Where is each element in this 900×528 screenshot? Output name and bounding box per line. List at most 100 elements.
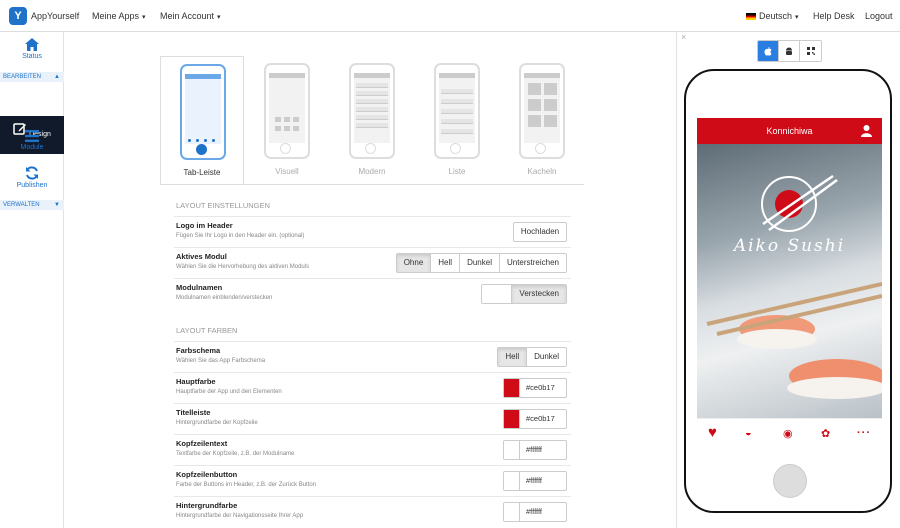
color-swatch[interactable] (504, 472, 520, 490)
app-preview-panel: × Konnichiwa Aiko Sushi ♥ ◒ ◉ ✿ ··· (676, 32, 900, 528)
fish-icon[interactable]: ✿ (821, 427, 830, 440)
tab-liste[interactable]: Liste (415, 56, 499, 184)
option-ohne[interactable]: Ohne (396, 254, 432, 272)
option-dunkel[interactable]: Dunkel (527, 348, 566, 366)
sidebar-item-publish[interactable]: Publishen (0, 166, 64, 189)
logout-link[interactable]: Logout (865, 11, 893, 21)
chevron-up-icon: ▲ (54, 74, 60, 80)
toggle-track[interactable] (482, 285, 513, 303)
home-button[interactable] (773, 464, 807, 498)
setting-header-button: Kopfzeilenbutton Farbe der Buttons im He… (174, 465, 571, 495)
setting-description: Hintergrundfarbe der Kopfzeile (176, 420, 258, 426)
section-label: BEARBEITEN (3, 74, 42, 80)
background-color-picker[interactable]: #ffffff (503, 502, 567, 522)
setting-active-module: Aktives Modul Wählen Sie die Hervorhebun… (174, 247, 571, 277)
phone-thumbnail (349, 63, 395, 159)
chevron-down-icon: ▾ (217, 14, 221, 21)
upload-logo-button[interactable]: Hochladen (513, 222, 567, 242)
color-swatch[interactable] (504, 379, 520, 397)
language-label: Deutsch (759, 11, 793, 21)
sidebar: Status BEARBEITEN ▲ Design Module Publish… (0, 32, 64, 528)
option-hell[interactable]: Hell (431, 254, 461, 272)
color-hex[interactable]: #ffffff (520, 503, 542, 521)
menu-my-account-label: Mein Account (160, 11, 215, 21)
phone-mockup: Konnichiwa Aiko Sushi ♥ ◒ ◉ ✿ ··· (684, 69, 892, 513)
sidebar-item-module[interactable]: Module (0, 130, 64, 151)
app-header: Konnichiwa (697, 118, 882, 144)
home-icon (25, 38, 39, 51)
tab-modern[interactable]: Modern (330, 56, 414, 184)
sushi-icon[interactable]: ◉ (783, 427, 793, 440)
brand-name[interactable]: AppYourself (31, 11, 79, 21)
setting-description: Fügen Sie Ihr Logo in den Header ein. (o… (176, 233, 305, 239)
header-button-color-picker[interactable]: #ffffff (503, 471, 567, 491)
tab-visuell[interactable]: Visuell (245, 56, 329, 184)
phone-thumbnail (264, 63, 310, 159)
help-desk-link[interactable]: Help Desk (813, 11, 855, 21)
bowl-icon[interactable]: ◒ (745, 427, 752, 439)
setting-title-bar: Titelleiste Hintergrundfarbe der Kopfzei… (174, 403, 571, 433)
option-hell[interactable]: Hell (498, 348, 528, 366)
app-logo-text: Aiko Sushi (733, 236, 846, 256)
section-bearbeiten[interactable]: BEARBEITEN ▲ (0, 72, 64, 82)
sidebar-item-label: Publishen (16, 182, 48, 189)
setting-title: Kopfzeilentext (176, 439, 228, 448)
language-select[interactable]: Deutsch ▾ (746, 11, 799, 21)
section-verwalten[interactable]: VERWALTEN ▼ (0, 200, 64, 210)
setting-description: Textfarbe der Kopfzeile, z.B. der Moduln… (176, 451, 295, 457)
chevron-down-icon: ▾ (795, 14, 799, 21)
setting-title: Modulnamen (176, 283, 223, 292)
option-unterstreichen[interactable]: Unterstreichen (499, 254, 566, 272)
chevron-down-icon: ▾ (142, 14, 146, 21)
tab-kacheln[interactable]: Kacheln (500, 56, 584, 184)
color-hex[interactable]: #ffffff (520, 441, 542, 459)
menu-my-account[interactable]: Mein Account ▾ (160, 11, 221, 21)
setting-description: Hintergrundfarbe der Navigationsseite Ih… (176, 513, 304, 519)
setting-title: Kopfzeilenbutton (176, 470, 238, 479)
setting-logo: Logo im Header Fügen Sie Ihr Logo in den… (174, 216, 571, 246)
tab-label: Visuell (275, 167, 299, 176)
app-title: Konnichiwa (766, 126, 813, 136)
option-dunkel[interactable]: Dunkel (460, 254, 500, 272)
hide-names-button[interactable]: Verstecken (512, 285, 566, 303)
os-toggle (757, 40, 822, 62)
color-hex[interactable]: #ce0b17 (520, 379, 555, 397)
more-icon[interactable]: ··· (857, 427, 871, 439)
setting-description: Hauptfarbe der App und den Elementen (176, 389, 282, 395)
color-swatch[interactable] (504, 503, 520, 521)
close-icon[interactable]: × (681, 32, 686, 42)
header-text-color-picker[interactable]: #ffffff (503, 440, 567, 460)
heart-icon[interactable]: ♥ (708, 424, 717, 441)
phone-screen: Konnichiwa Aiko Sushi ♥ ◒ ◉ ✿ ··· (697, 118, 882, 448)
tab-tab-leiste[interactable]: Tab-Leiste (160, 56, 244, 184)
module-names-toggle: Verstecken (481, 284, 567, 304)
active-module-toggle: Ohne Hell Dunkel Unterstreichen (395, 253, 567, 273)
setting-description: Wählen Sie das App Farbschema (176, 358, 266, 364)
app-tab-bar: ♥ ◒ ◉ ✿ ··· (697, 418, 882, 448)
settings-panel: LAYOUT EINSTELLUNGEN Logo im Header Füge… (160, 184, 584, 528)
color-hex[interactable]: #ffffff (520, 472, 542, 490)
menu-my-apps[interactable]: Meine Apps ▾ (92, 11, 146, 21)
color-swatch[interactable] (504, 410, 520, 428)
sidebar-item-label: Module (20, 144, 44, 151)
title-bar-color-picker[interactable]: #ce0b17 (503, 409, 567, 429)
color-hex[interactable]: #ce0b17 (520, 410, 555, 428)
german-flag-icon (746, 13, 756, 20)
user-icon[interactable] (861, 125, 872, 137)
color-swatch[interactable] (504, 441, 520, 459)
setting-color-scheme: Farbschema Wählen Sie das App Farbschema… (174, 341, 571, 371)
sidebar-item-status[interactable]: Status (0, 38, 64, 60)
appyourself-logo-icon[interactable]: Y (9, 7, 27, 25)
phone-thumbnail (180, 64, 226, 160)
setting-header-text: Kopfzeilentext Textfarbe der Kopfzeile, … (174, 434, 571, 464)
tab-label: Tab-Leiste (183, 168, 221, 177)
top-navbar: Y AppYourself Meine Apps ▾ Mein Account ▾ … (0, 0, 900, 32)
main-color-picker[interactable]: #ce0b17 (503, 378, 567, 398)
apple-icon[interactable] (758, 41, 779, 61)
android-icon[interactable] (779, 41, 800, 61)
setting-module-names: Modulnamen Modulnamen einblenden/verstec… (174, 278, 571, 308)
setting-background-color: Hintergrundfarbe Hintergrundfarbe der Na… (174, 496, 571, 526)
setting-description: Farbe der Buttons im Header, z.B. der Zu… (176, 482, 317, 488)
setting-title: Logo im Header (176, 221, 233, 230)
qr-code-icon[interactable] (800, 41, 821, 61)
